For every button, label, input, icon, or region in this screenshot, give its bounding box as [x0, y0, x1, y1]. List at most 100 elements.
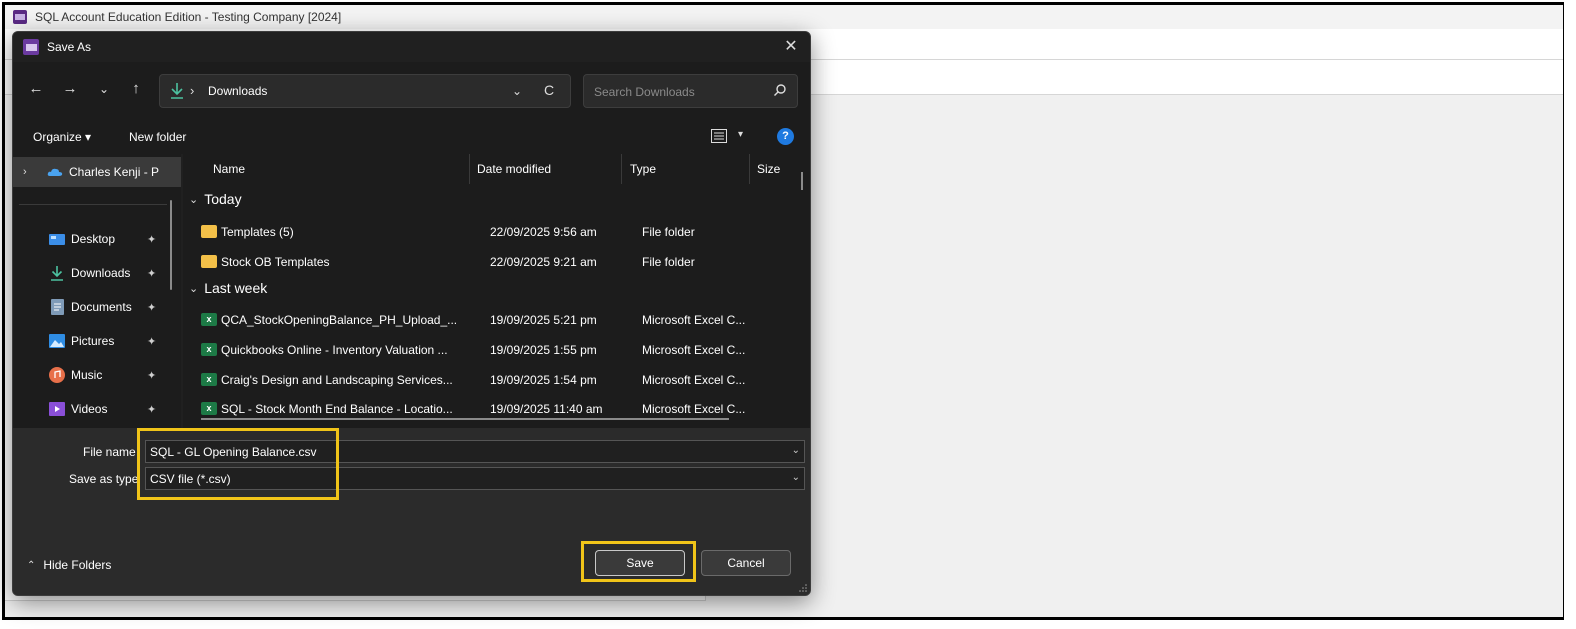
view-chevron-down-icon[interactable]: ▾ [738, 129, 743, 140]
up-arrow-icon[interactable]: ↑ [125, 78, 147, 100]
videos-icon [49, 402, 65, 416]
resize-grip-icon[interactable] [799, 584, 807, 592]
address-bar[interactable]: › Downloads ⌄ C [159, 74, 571, 108]
search-icon[interactable] [773, 83, 787, 97]
group-label: Last week [204, 280, 268, 296]
collapse-chevron-icon: ⌄ [189, 282, 199, 295]
file-date: 22/09/2025 9:56 am [490, 225, 597, 239]
folder-icon [201, 225, 217, 238]
sidebar-item-label: Downloads [71, 266, 131, 280]
file-name: Craig's Design and Landscaping Services.… [221, 373, 453, 387]
document-icon [49, 299, 65, 315]
music-icon [49, 367, 65, 383]
forward-arrow-icon[interactable]: → [59, 78, 81, 100]
search-box[interactable] [583, 74, 798, 108]
breadcrumb-downloads[interactable]: Downloads [208, 84, 267, 98]
excel-icon: x [201, 343, 217, 356]
file-name: SQL - Stock Month End Balance - Locatio.… [221, 402, 453, 416]
column-header-date-modified[interactable]: Date modified [477, 154, 551, 184]
download-icon [170, 82, 184, 100]
sidebar-item-label: Music [71, 368, 103, 382]
app-title: SQL Account Education Edition - Testing … [35, 10, 342, 24]
organize-button[interactable]: Organize ▾ [33, 130, 91, 144]
file-row[interactable]: Stock OB Templates 22/09/2025 9:21 am Fi… [201, 248, 761, 276]
pin-icon: ✦ [147, 302, 157, 314]
sidebar-item-music[interactable]: Music ✦ [13, 360, 181, 390]
column-header-type[interactable]: Type [630, 154, 656, 184]
pin-icon: ✦ [147, 336, 157, 348]
file-date: 19/09/2025 1:55 pm [490, 343, 597, 357]
new-folder-button[interactable]: New folder [129, 130, 186, 144]
sidebar-item-desktop[interactable]: Desktop ✦ [13, 224, 181, 254]
file-date: 19/09/2025 1:54 pm [490, 373, 597, 387]
chevron-down-icon[interactable]: ⌄ [792, 472, 800, 483]
sidebar-item-label: Pictures [71, 334, 115, 348]
command-bar: Organize ▾ New folder ▾ ? [13, 120, 810, 154]
file-type: Microsoft Excel C... [642, 402, 746, 416]
horizontal-scrollbar[interactable] [201, 418, 729, 420]
file-row[interactable]: Templates (5) 22/09/2025 9:56 am File fo… [201, 218, 761, 246]
onedrive-icon [47, 165, 63, 179]
save-as-type-label: Save as type [69, 472, 139, 486]
chevron-down-icon[interactable]: ⌄ [792, 445, 800, 456]
sidebar-item-downloads[interactable]: Downloads ✦ [13, 258, 181, 288]
file-name: Stock OB Templates [221, 255, 330, 269]
chevron-down-icon[interactable]: ⌄ [512, 84, 522, 98]
close-icon[interactable]: ✕ [780, 36, 802, 58]
excel-icon: x [201, 313, 217, 326]
save-options-panel: File name ⌄ Save as type ⌄ ⌃ Hide Folder… [13, 428, 810, 595]
expand-chevron-icon[interactable]: › [23, 166, 39, 178]
file-type: File folder [642, 225, 695, 239]
recent-locations-chevron-icon[interactable]: ⌄ [93, 78, 115, 100]
save-as-type-value[interactable] [150, 471, 750, 486]
dialog-title: Save As [47, 40, 92, 54]
back-arrow-icon[interactable]: ← [25, 78, 47, 100]
path-separator-icon: › [190, 83, 195, 98]
sidebar-item-pictures[interactable]: Pictures ✦ [13, 326, 181, 356]
column-header-name[interactable]: Name [213, 154, 245, 184]
file-date: 22/09/2025 9:21 am [490, 255, 597, 269]
chevron-up-icon: ⌃ [27, 559, 36, 571]
save-as-type-select[interactable]: ⌄ [145, 467, 805, 490]
column-divider[interactable] [749, 154, 750, 184]
column-divider[interactable] [469, 154, 470, 184]
file-date: 19/09/2025 5:21 pm [490, 313, 597, 327]
file-type: File folder [642, 255, 695, 269]
group-header-today[interactable]: ⌄ Today [189, 191, 242, 207]
file-name-combobox[interactable]: ⌄ [145, 440, 805, 463]
sidebar-item-videos[interactable]: Videos ✦ [13, 394, 181, 424]
hide-folders-button[interactable]: ⌃ Hide Folders [27, 558, 111, 572]
refresh-icon[interactable]: C [544, 82, 554, 98]
dialog-app-icon [23, 39, 39, 55]
save-as-dialog: Save As ✕ ← → ⌄ ↑ › Downloads ⌄ C Organi… [12, 31, 811, 596]
file-name-input[interactable] [150, 444, 750, 459]
file-row[interactable]: x Craig's Design and Landscaping Service… [201, 366, 761, 394]
navigation-pane: › Charles Kenji - P Desktop ✦ Downloads … [13, 154, 181, 428]
pin-icon: ✦ [147, 404, 157, 416]
file-list-scrollbar[interactable] [801, 172, 803, 190]
sidebar-item-onedrive[interactable]: › Charles Kenji - P [13, 157, 181, 187]
search-input[interactable] [592, 82, 766, 102]
app-logo-icon [13, 10, 27, 24]
pin-icon: ✦ [147, 234, 157, 246]
file-name: QCA_StockOpeningBalance_PH_Upload_... [221, 313, 458, 327]
file-row[interactable]: x Quickbooks Online - Inventory Valuatio… [201, 336, 761, 364]
pin-icon: ✦ [147, 370, 157, 382]
download-icon [49, 266, 65, 281]
folder-icon [201, 255, 217, 268]
sidebar-item-documents[interactable]: Documents ✦ [13, 292, 181, 322]
save-button[interactable]: Save [595, 550, 685, 576]
column-divider[interactable] [621, 154, 622, 184]
pictures-icon [49, 334, 65, 348]
column-header-size[interactable]: Size [757, 154, 780, 184]
file-row[interactable]: x QCA_StockOpeningBalance_PH_Upload_... … [201, 306, 761, 334]
desktop-icon [49, 232, 65, 246]
app-titlebar: SQL Account Education Edition - Testing … [5, 5, 1563, 29]
cancel-button[interactable]: Cancel [701, 550, 791, 576]
sidebar-item-label: Charles Kenji - P [69, 165, 160, 179]
excel-icon: x [201, 373, 217, 386]
view-options-icon[interactable] [711, 129, 727, 143]
file-type: Microsoft Excel C... [642, 313, 746, 327]
group-header-last-week[interactable]: ⌄ Last week [189, 280, 267, 296]
help-icon[interactable]: ? [777, 128, 794, 145]
